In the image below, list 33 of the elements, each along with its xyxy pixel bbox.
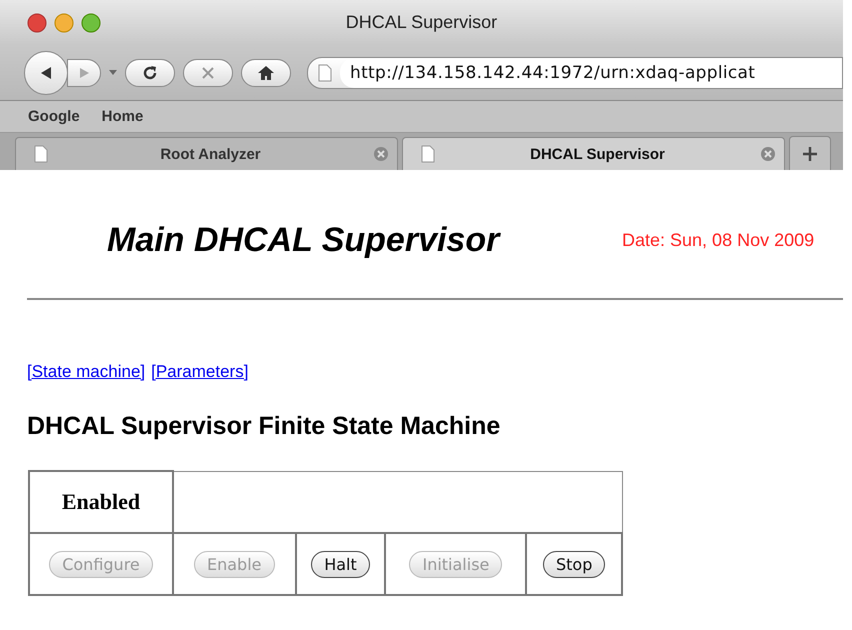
- browser-tab[interactable]: Root Analyzer: [15, 137, 398, 170]
- close-icon: [200, 64, 216, 80]
- close-icon[interactable]: [373, 146, 389, 162]
- forward-icon: [77, 66, 91, 80]
- reload-button[interactable]: [125, 58, 175, 86]
- zoom-window-icon[interactable]: [81, 12, 101, 32]
- home-button[interactable]: [241, 58, 291, 86]
- transition-button[interactable]: Halt: [311, 550, 370, 578]
- date-text: Date: Sun, 08 Nov 2009: [622, 230, 814, 250]
- nav-link[interactable]: [State machine]: [27, 362, 146, 382]
- bookmark-link[interactable]: Google: [28, 108, 80, 125]
- new-tab-button[interactable]: [789, 136, 831, 170]
- page-icon: [34, 145, 48, 163]
- browser-tab[interactable]: DHCAL Supervisor: [402, 137, 785, 170]
- page-heading: Main DHCAL Supervisor: [107, 220, 502, 260]
- house-icon: [257, 64, 275, 80]
- plus-icon: [802, 146, 818, 162]
- minimize-window-icon[interactable]: [54, 12, 74, 32]
- close-icon[interactable]: [760, 146, 776, 162]
- bookmark-link[interactable]: Home: [102, 108, 144, 125]
- stop-button[interactable]: [183, 58, 233, 86]
- back-button[interactable]: [24, 50, 68, 94]
- close-window-icon[interactable]: [27, 12, 47, 32]
- dropdown-icon[interactable]: [109, 70, 117, 76]
- section-title: DHCAL Supervisor Finite State Machine: [27, 412, 502, 442]
- address-field[interactable]: http://134.158.142.44:1972/urn:xdaq-applicat: [307, 56, 843, 88]
- page-icon: [318, 64, 332, 82]
- window-title: DHCAL Supervisor: [346, 12, 498, 32]
- transition-button[interactable]: Stop: [543, 550, 606, 578]
- reload-icon: [141, 64, 159, 82]
- state-label: Enabled: [62, 489, 140, 514]
- page-icon: [421, 145, 435, 163]
- nav-link[interactable]: [Parameters]: [151, 362, 248, 382]
